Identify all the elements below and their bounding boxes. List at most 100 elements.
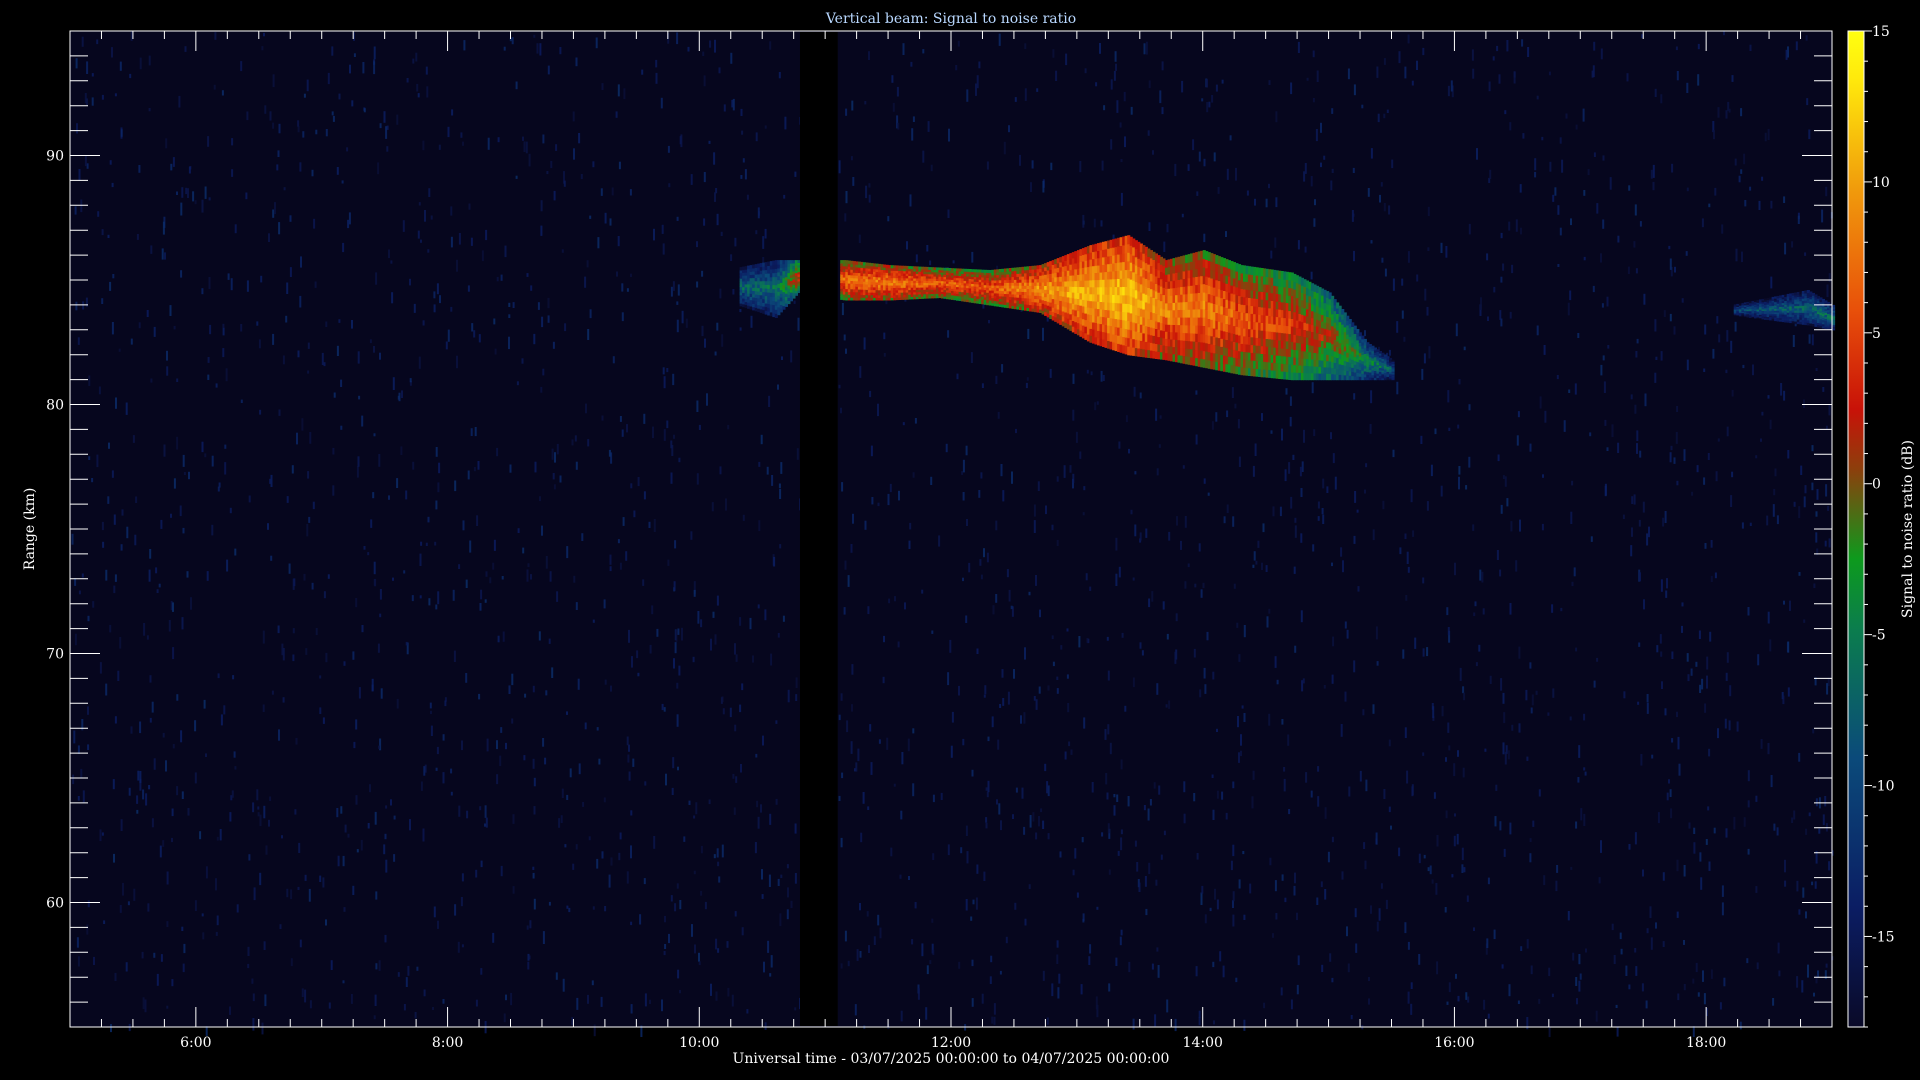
noise-cell [327, 72, 330, 85]
noise-cell [883, 332, 886, 340]
noise-cell [1130, 106, 1133, 115]
noise-cell [1457, 995, 1460, 1002]
noise-cell [1165, 704, 1168, 708]
noise-cell [887, 216, 890, 222]
noise-cell [1552, 688, 1555, 698]
noise-cell [139, 721, 142, 734]
noise-cell [331, 111, 334, 116]
noise-cell [1445, 810, 1448, 819]
noise-cell [698, 424, 701, 430]
noise-cell [314, 281, 317, 288]
noise-cell [1584, 771, 1587, 776]
noise-cell [390, 799, 392, 806]
noise-cell [113, 853, 115, 863]
noise-cell [1454, 562, 1456, 576]
noise-cell [908, 540, 911, 549]
noise-cell [1793, 810, 1796, 820]
noise-cell [911, 939, 914, 945]
noise-cell [663, 376, 666, 389]
noise-cell [1665, 590, 1668, 598]
noise-cell [500, 274, 503, 281]
noise-cell [130, 338, 133, 345]
noise-cell [121, 509, 124, 516]
noise-cell [1033, 520, 1036, 533]
noise-cell [1736, 721, 1739, 732]
noise-cell [1056, 539, 1059, 546]
noise-cell [589, 215, 592, 219]
noise-cell [278, 123, 281, 134]
noise-cell [1825, 186, 1828, 197]
noise-cell [971, 998, 974, 1007]
noise-cell [99, 829, 102, 842]
noise-cell [1160, 854, 1163, 860]
noise-cell [677, 284, 680, 296]
noise-cell [631, 656, 633, 668]
noise-cell [1548, 1026, 1551, 1038]
noise-cell [1242, 851, 1245, 855]
noise-cell [1798, 909, 1801, 915]
noise-cell [1204, 684, 1207, 694]
noise-cell [77, 796, 80, 801]
noise-cell [1489, 169, 1492, 179]
noise-cell [1095, 996, 1098, 1010]
noise-cell [409, 378, 412, 383]
noise-cell [1300, 488, 1303, 497]
noise-cell [1145, 908, 1148, 916]
noise-cell [1031, 160, 1034, 169]
noise-cell [845, 191, 848, 204]
noise-cell [1611, 424, 1614, 438]
noise-cell [99, 662, 102, 674]
noise-cell [479, 806, 482, 811]
noise-cell [561, 249, 564, 253]
noise-cell [900, 810, 903, 820]
noise-cell [336, 167, 339, 175]
noise-cell [1654, 372, 1657, 383]
noise-cell [862, 792, 865, 804]
noise-cell [711, 502, 714, 512]
noise-cell [1072, 869, 1075, 876]
noise-cell [1699, 684, 1702, 693]
noise-cell [328, 1002, 331, 1009]
noise-cell [1214, 888, 1216, 900]
noise-cell [1275, 197, 1278, 208]
noise-cell [797, 317, 800, 331]
noise-cell [1801, 980, 1804, 993]
noise-cell [1601, 303, 1604, 308]
noise-cell [596, 727, 599, 731]
noise-cell [1120, 837, 1123, 851]
noise-cell [300, 256, 302, 268]
noise-cell [1508, 221, 1511, 231]
noise-cell [1571, 581, 1574, 587]
noise-cell [1019, 154, 1021, 166]
noise-cell [433, 906, 436, 918]
noise-cell [1631, 496, 1634, 504]
noise-cell [223, 705, 226, 715]
noise-cell [1195, 390, 1198, 395]
noise-cell [178, 95, 181, 108]
noise-cell [1377, 113, 1380, 123]
noise-cell [1383, 113, 1386, 119]
noise-cell [411, 595, 414, 602]
noise-cell [101, 521, 104, 531]
noise-cell [1072, 409, 1075, 421]
noise-cell [1000, 820, 1002, 831]
noise-cell [501, 576, 504, 580]
noise-cell [700, 619, 703, 628]
noise-cell [229, 812, 232, 822]
noise-cell [841, 772, 844, 779]
noise-cell [1240, 750, 1242, 757]
noise-cell [1056, 476, 1059, 482]
noise-cell [1229, 135, 1232, 141]
noise-cell [1821, 209, 1824, 223]
noise-cell [1714, 187, 1717, 196]
noise-cell [1593, 41, 1596, 51]
noise-cell [781, 356, 783, 360]
noise-cell [632, 758, 635, 767]
noise-cell [585, 403, 587, 414]
noise-cell [1681, 298, 1684, 303]
noise-cell [670, 895, 673, 902]
noise-cell [1020, 715, 1022, 724]
noise-cell [1808, 334, 1811, 344]
noise-cell [341, 180, 344, 184]
noise-cell [868, 945, 870, 953]
